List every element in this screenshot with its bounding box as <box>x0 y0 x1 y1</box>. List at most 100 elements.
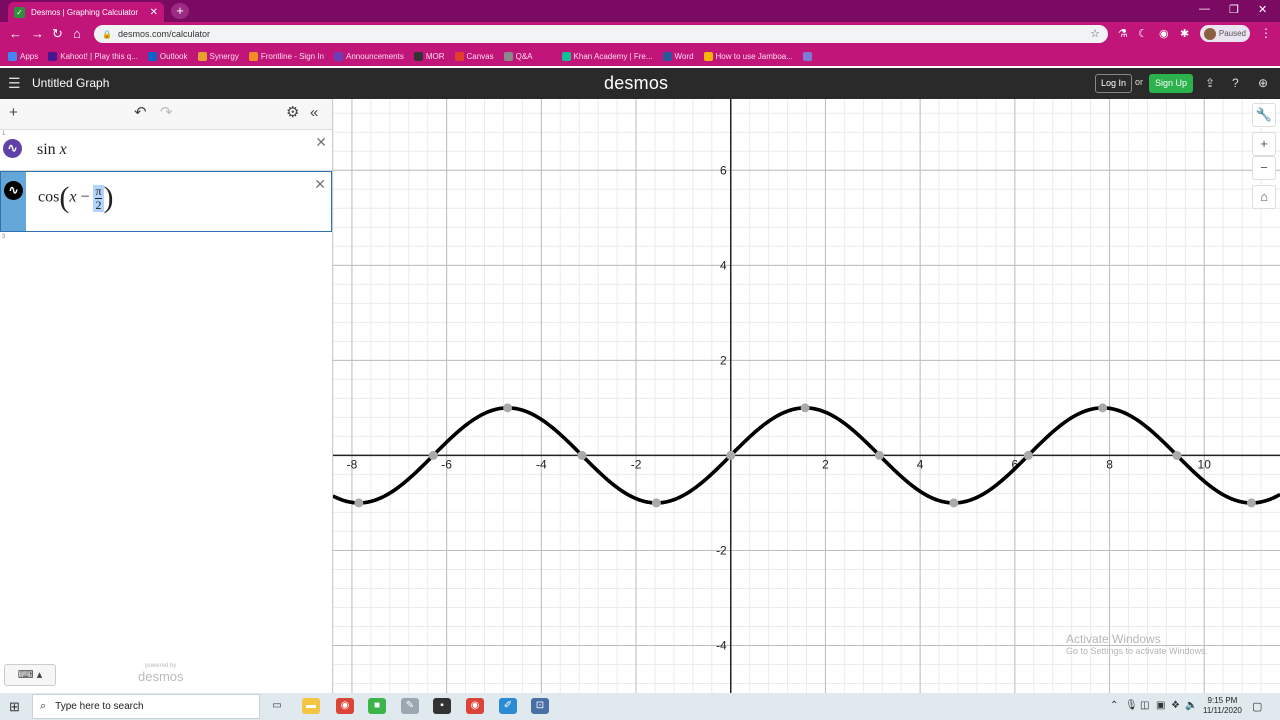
system-clock[interactable]: 9:15 PM 11/11/2020 <box>1203 696 1242 716</box>
lock-icon: 🔒 <box>102 29 112 39</box>
chrome-icon[interactable]: ◉ <box>336 698 354 714</box>
bookmark-item[interactable]: Word <box>662 51 694 61</box>
undo-icon[interactable]: ↶ <box>134 105 147 121</box>
bookmark-item[interactable]: Outlook <box>147 51 188 61</box>
redo-icon[interactable]: ↷ <box>160 105 173 121</box>
profile-status: Paused <box>1218 29 1246 38</box>
bookmark-item[interactable]: MOR <box>413 51 445 61</box>
bookmark-item[interactable]: Q&A <box>503 51 533 61</box>
volume-icon[interactable]: 🔈 <box>1185 700 1197 711</box>
variable: x <box>59 141 67 158</box>
collapse-panel-icon[interactable]: « <box>310 105 318 121</box>
bookmark-item[interactable]: Kahoot! | Play this q... <box>48 51 138 61</box>
help-icon[interactable]: ? <box>1232 76 1239 90</box>
graph-visibility-icon[interactable]: ∿ <box>4 181 23 200</box>
file-explorer-icon[interactable]: ▬ <box>302 698 320 714</box>
close-window-icon[interactable]: ✕ <box>1258 3 1267 16</box>
log-in-button[interactable]: Log In <box>1095 74 1133 93</box>
terminal-app-icon[interactable]: ▪ <box>433 698 451 714</box>
language-globe-icon[interactable]: ⊕ <box>1258 76 1268 90</box>
meet-now-icon[interactable]: ◫ <box>1140 700 1149 711</box>
notes-app-icon[interactable]: ✐ <box>499 698 517 714</box>
notification-center-icon[interactable]: ▢ <box>1252 700 1262 713</box>
minus-sign: − <box>80 188 90 206</box>
graph-visibility-icon[interactable]: ∿ <box>3 139 22 158</box>
dropbox-icon[interactable]: ❖ <box>1171 700 1180 711</box>
point-of-interest <box>428 450 438 460</box>
network-app-icon[interactable]: ⊡ <box>531 698 549 714</box>
fraction-denominator: 2 <box>95 197 102 212</box>
fraction-numerator: π <box>95 183 102 199</box>
restore-window-icon[interactable]: ❐ <box>1229 3 1239 16</box>
bookmark-label: Announcements <box>346 51 404 61</box>
default-viewport-home-icon[interactable]: ⌂ <box>1252 185 1276 209</box>
browser-tab[interactable]: ✓ Desmos | Graphing Calculator ✕ <box>8 2 164 22</box>
extension-icon[interactable]: ⚗ <box>1118 27 1128 40</box>
close-tab-icon[interactable]: ✕ <box>150 7 158 18</box>
point-of-interest <box>1172 450 1182 460</box>
graph-canvas[interactable]: -8 -6 -4 -2 2 4 6 8 10642-2-4 <box>333 99 1280 693</box>
paint-app-icon[interactable]: ✎ <box>401 698 419 714</box>
moon-extension-icon[interactable]: ☾ <box>1138 27 1148 40</box>
share-icon[interactable]: ⇪ <box>1205 76 1215 90</box>
bookmark-favicon-icon <box>147 51 157 61</box>
profile-button[interactable]: Paused <box>1200 25 1250 42</box>
green-app-icon[interactable]: ■ <box>368 698 386 714</box>
bookmark-item[interactable]: Canvas <box>454 51 494 61</box>
browser-menu-icon[interactable]: ⋮ <box>1260 26 1272 40</box>
graph-title[interactable]: Untitled Graph <box>32 76 109 90</box>
tray-overflow-icon[interactable]: ⌃ <box>1110 700 1118 711</box>
settings-gear-icon[interactable]: ⚙ <box>286 105 299 121</box>
delete-expression-icon[interactable]: ✕ <box>314 176 326 193</box>
bookmark-item[interactable] <box>802 51 812 61</box>
bookmark-label: Word <box>674 51 694 61</box>
expression-input[interactable]: cos(x − π 2 ) <box>38 181 114 215</box>
forward-icon[interactable]: → <box>31 26 44 42</box>
point-of-interest <box>874 450 884 460</box>
bookmark-item[interactable] <box>542 51 552 61</box>
graph-paper[interactable]: -8 -6 -4 -2 2 4 6 8 10 6 4 2 -2 -4 🔧 + − ⌂ <box>333 99 1280 693</box>
pin-extension-icon[interactable]: ◉ <box>1159 27 1169 40</box>
y-tick-label: -4 <box>716 638 727 652</box>
delete-expression-icon[interactable]: ✕ <box>315 134 327 151</box>
zoom-in-icon[interactable]: + <box>1252 132 1276 156</box>
bookmark-star-icon[interactable]: ☆ <box>1090 27 1100 40</box>
taskbar-search-box[interactable]: ⌕ Type here to search <box>32 694 260 719</box>
windows-start-icon[interactable]: ⊞ <box>9 699 20 715</box>
bookmark-item[interactable]: Apps <box>8 51 38 61</box>
expression-row-2[interactable]: 2 ∿ cos(x − π 2 ) ✕ <box>0 171 332 232</box>
fraction[interactable]: π 2 <box>93 183 104 212</box>
zoom-out-icon[interactable]: − <box>1252 156 1276 180</box>
bookmark-item[interactable]: How to use Jamboa... <box>703 51 793 61</box>
expression-row-1[interactable]: 1 ∿ sin x ✕ <box>0 130 332 171</box>
new-tab-button[interactable]: + <box>171 3 189 19</box>
minimize-window-icon[interactable]: — <box>1199 3 1210 15</box>
graph-settings-wrench-icon[interactable]: 🔧 <box>1252 103 1276 127</box>
bookmark-label: Canvas <box>466 51 494 61</box>
puzzle-extensions-icon[interactable]: ✱ <box>1180 27 1189 40</box>
windows-taskbar: ⊞ ⌕ Type here to search ▭ ▬ ◉ ■ ✎ ▪ ◉ ✐ … <box>0 693 1280 720</box>
task-view-icon[interactable]: ▭ <box>268 698 286 714</box>
sign-up-button[interactable]: Sign Up <box>1149 74 1194 93</box>
add-item-icon[interactable]: + <box>9 105 18 121</box>
bookmark-item[interactable]: Synergy <box>197 51 239 61</box>
home-icon[interactable]: ⌂ <box>73 26 81 42</box>
search-icon: ⌕ <box>40 700 47 712</box>
expression-row-3[interactable]: 3 <box>0 232 332 252</box>
bookmark-item[interactable]: Khan Academy | Fre... <box>561 51 653 61</box>
chrome-profile-icon[interactable]: ◉ <box>466 698 484 714</box>
keyboard-toggle-button[interactable]: ⌨ ▴ <box>4 664 56 686</box>
back-icon[interactable]: ← <box>9 26 22 42</box>
bookmark-item[interactable]: Announcements <box>334 51 404 61</box>
browser-tab-strip: ✓ Desmos | Graphing Calculator ✕ + — ❐ ✕ <box>0 0 1280 22</box>
expression-input[interactable]: sin x <box>37 141 67 159</box>
point-of-interest <box>1023 450 1033 460</box>
hamburger-menu-icon[interactable]: ☰ <box>8 76 21 90</box>
tray-app-icon[interactable]: ▣ <box>1156 700 1165 711</box>
address-bar[interactable]: 🔒 desmos.com/calculator ☆ <box>94 25 1108 43</box>
bookmark-favicon-icon <box>802 51 812 61</box>
bookmark-favicon-icon <box>561 51 571 61</box>
microphone-icon[interactable]: 🎙 <box>1125 700 1138 711</box>
bookmark-item[interactable]: Frontline - Sign In <box>248 51 324 61</box>
reload-icon[interactable]: ↻ <box>52 26 63 42</box>
